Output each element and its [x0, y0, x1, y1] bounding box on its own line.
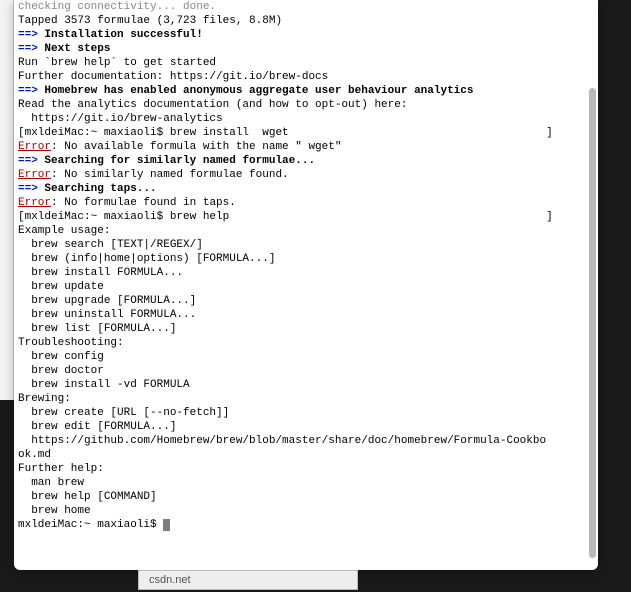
terminal-line: brew home: [18, 504, 594, 518]
terminal-text: ==>: [18, 155, 44, 167]
terminal-text: checking connectivity... done.: [18, 1, 216, 13]
terminal-line: Read the analytics documentation (and ho…: [18, 98, 594, 112]
terminal-line: Run `brew help` to get started: [18, 56, 594, 70]
terminal-line: https://git.io/brew-analytics: [18, 112, 594, 126]
terminal-text: brew search [TEXT|/REGEX/]: [18, 239, 203, 251]
terminal-line: brew config: [18, 350, 594, 364]
terminal-output[interactable]: checking connectivity... done. Tapped 357…: [14, 0, 598, 570]
terminal-line: Tapped 3573 formulae (3,723 files, 8.8M): [18, 14, 594, 28]
terminal-text: Error: [18, 169, 51, 181]
terminal-text: : No similarly named formulae found.: [51, 169, 289, 181]
terminal-line: brew doctor: [18, 364, 594, 378]
terminal-text: brew doctor: [18, 365, 104, 377]
terminal-line: brew search [TEXT|/REGEX/]: [18, 238, 594, 252]
terminal-line: ==> Searching for similarly named formul…: [18, 154, 594, 168]
terminal-text: ==>: [18, 85, 44, 97]
terminal-line: Brewing:: [18, 392, 594, 406]
terminal-line: https://github.com/Homebrew/brew/blob/ma…: [18, 434, 594, 448]
terminal-text: brew install FORMULA...: [18, 267, 183, 279]
terminal-text: Installation successful!: [44, 29, 202, 41]
terminal-line: brew (info|home|options) [FORMULA...]: [18, 252, 594, 266]
terminal-line: mxldeiMac:~ maxiaoli$: [18, 518, 594, 532]
terminal-text: https://github.com/Homebrew/brew/blob/ma…: [18, 435, 546, 447]
terminal-line: brew edit [FORMULA...]: [18, 420, 594, 434]
terminal-text: Run `brew help` to get started: [18, 57, 216, 69]
terminal-line: ok.md: [18, 448, 594, 462]
terminal-line: brew help [COMMAND]: [18, 490, 594, 504]
terminal-text: https://git.io/brew-analytics: [18, 113, 223, 125]
terminal-line: brew uninstall FORMULA...: [18, 308, 594, 322]
terminal-line: Troubleshooting:: [18, 336, 594, 350]
terminal-text: Brewing:: [18, 393, 71, 405]
scrollbar-thumb[interactable]: [589, 88, 596, 558]
address-text: csdn.net: [149, 574, 191, 586]
terminal-text: : No formulae found in taps.: [51, 197, 236, 209]
background-sidebar: [0, 0, 14, 400]
terminal-text: mxldeiMac:~ maxiaoli$: [18, 519, 163, 531]
terminal-text: ==>: [18, 43, 44, 55]
terminal-text: [mxldeiMac:~ maxiaoli$ brew help ]: [18, 211, 553, 223]
terminal-text: brew list [FORMULA...]: [18, 323, 176, 335]
terminal-text: brew create [URL [--no-fetch]]: [18, 407, 229, 419]
terminal-line: ==> Installation successful!: [18, 28, 594, 42]
terminal-text: Error: [18, 141, 51, 153]
terminal-line: Error: No similarly named formulae found…: [18, 168, 594, 182]
terminal-window[interactable]: checking connectivity... done. Tapped 357…: [14, 0, 598, 570]
terminal-line: brew install FORMULA...: [18, 266, 594, 280]
terminal-line: Further documentation: https://git.io/br…: [18, 70, 594, 84]
terminal-line: brew install -vd FORMULA: [18, 378, 594, 392]
cursor: [163, 519, 170, 531]
terminal-text: Read the analytics documentation (and ho…: [18, 99, 407, 111]
terminal-text: brew uninstall FORMULA...: [18, 309, 196, 321]
terminal-line: brew list [FORMULA...]: [18, 322, 594, 336]
terminal-text: brew (info|home|options) [FORMULA...]: [18, 253, 275, 265]
terminal-text: Searching for similarly named formulae..…: [44, 155, 315, 167]
terminal-text: brew help [COMMAND]: [18, 491, 157, 503]
terminal-text: ok.md: [18, 449, 51, 461]
terminal-text: ==>: [18, 183, 44, 195]
terminal-text: Example usage:: [18, 225, 110, 237]
terminal-text: Further help:: [18, 463, 104, 475]
terminal-text: Troubleshooting:: [18, 337, 124, 349]
terminal-text: Error: [18, 197, 51, 209]
terminal-line: ==> Homebrew has enabled anonymous aggre…: [18, 84, 594, 98]
terminal-text: Searching taps...: [44, 183, 156, 195]
terminal-text: Tapped 3573 formulae (3,723 files, 8.8M): [18, 15, 282, 27]
terminal-line: Error: No available formula with the nam…: [18, 140, 594, 154]
terminal-text: [mxldeiMac:~ maxiaoli$ brew install wget…: [18, 127, 553, 139]
terminal-line: ==> Searching taps...: [18, 182, 594, 196]
terminal-line: brew create [URL [--no-fetch]]: [18, 406, 594, 420]
terminal-text: Next steps: [44, 43, 110, 55]
terminal-line: checking connectivity... done.: [18, 0, 594, 14]
terminal-text: Homebrew has enabled anonymous aggregate…: [44, 85, 473, 97]
terminal-text: ==>: [18, 29, 44, 41]
terminal-line: brew upgrade [FORMULA...]: [18, 294, 594, 308]
terminal-text: Further documentation: https://git.io/br…: [18, 71, 328, 83]
terminal-text: brew home: [18, 505, 91, 517]
terminal-line: [mxldeiMac:~ maxiaoli$ brew install wget…: [18, 126, 594, 140]
address-bar: csdn.net: [138, 570, 358, 590]
terminal-line: ==> Next steps: [18, 42, 594, 56]
terminal-text: brew update: [18, 281, 104, 293]
terminal-text: brew install -vd FORMULA: [18, 379, 190, 391]
terminal-text: : No available formula with the name " w…: [51, 141, 348, 153]
terminal-text: brew edit [FORMULA...]: [18, 421, 176, 433]
terminal-line: [mxldeiMac:~ maxiaoli$ brew help ]: [18, 210, 594, 224]
terminal-line: man brew: [18, 476, 594, 490]
terminal-line: Example usage:: [18, 224, 594, 238]
terminal-text: brew config: [18, 351, 104, 363]
terminal-text: brew upgrade [FORMULA...]: [18, 295, 196, 307]
terminal-line: Further help:: [18, 462, 594, 476]
terminal-line: Error: No formulae found in taps.: [18, 196, 594, 210]
terminal-line: brew update: [18, 280, 594, 294]
terminal-text: man brew: [18, 477, 84, 489]
